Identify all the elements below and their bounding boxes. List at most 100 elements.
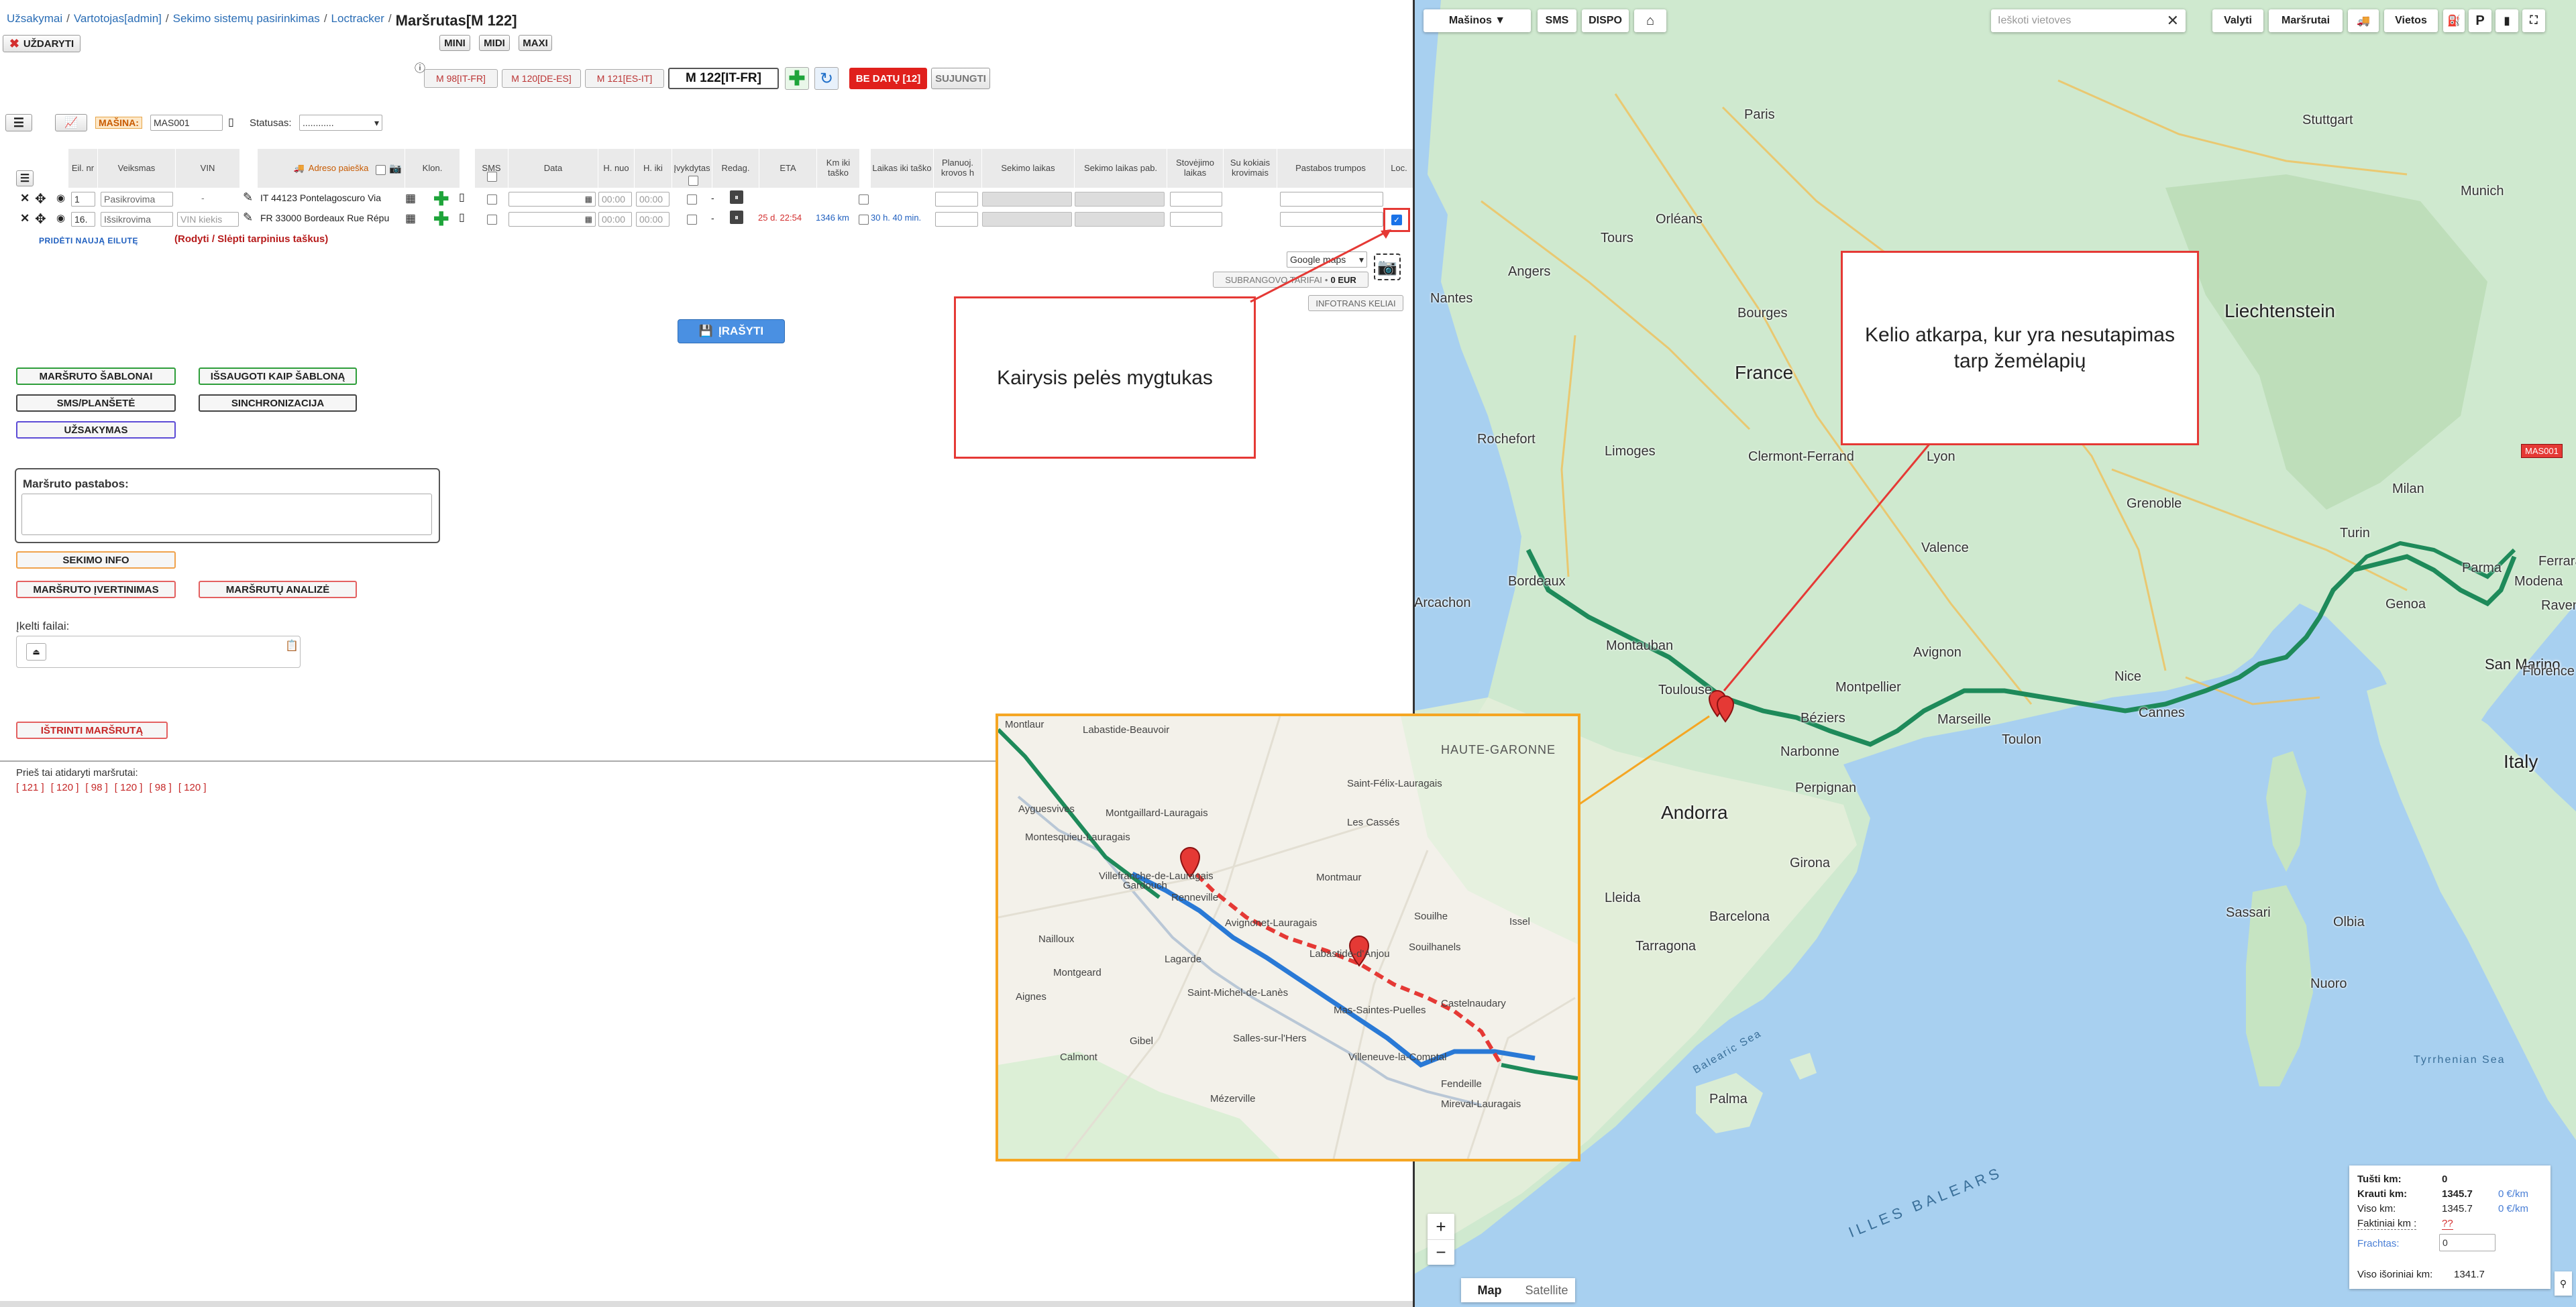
view-midi-button[interactable]: MIDI xyxy=(479,35,510,51)
map-sms-button[interactable]: SMS xyxy=(1538,9,1576,32)
save-template-button[interactable]: IŠSAUGOTI KAIP ŠABLONĄ xyxy=(199,367,357,385)
fullscreen-icon[interactable]: ⛶ xyxy=(2522,9,2545,32)
row-action-select[interactable]: Išsikrovima xyxy=(101,212,173,227)
row-time-checkbox[interactable] xyxy=(859,215,869,225)
row-date-input[interactable]: ▦ xyxy=(508,212,596,227)
tracking-info-button[interactable]: SEKIMO INFO xyxy=(16,551,176,569)
previous-route-link[interactable]: [ 98 ] xyxy=(149,782,171,793)
clipboard-icon[interactable]: 📋 xyxy=(285,639,299,652)
menu-icon[interactable]: ☰ xyxy=(5,114,32,131)
row-sms-checkbox[interactable] xyxy=(487,194,497,205)
upload-icon[interactable]: ⏏ xyxy=(26,643,46,661)
clear-button[interactable]: Valyti xyxy=(2212,9,2263,32)
previous-route-link[interactable]: [ 121 ] xyxy=(16,782,44,793)
sms-tablet-button[interactable]: SMS/PLANŠETĖ xyxy=(16,394,176,412)
table-menu-icon[interactable]: ☰ xyxy=(16,170,34,186)
merge-button[interactable]: SUJUNGTI xyxy=(931,68,990,89)
home-icon[interactable]: ⌂ xyxy=(1634,9,1666,32)
status-select[interactable]: ............ ▾ xyxy=(299,115,382,131)
vehicles-dropdown[interactable]: Mašinos ▼ xyxy=(1424,9,1531,32)
no-dates-button[interactable]: BE DATŲ [12] xyxy=(849,68,927,89)
row-address[interactable]: FR 33000 Bordeaux Rue Répu xyxy=(260,213,401,223)
vehicle-marker[interactable]: MAS001 xyxy=(2521,444,2563,458)
move-icon[interactable]: ✥ xyxy=(35,211,46,227)
previous-route-link[interactable]: [ 120 ] xyxy=(178,782,207,793)
clone-plus-icon[interactable]: ✚ xyxy=(433,188,449,210)
close-button[interactable]: ✖ UŽDARYTI xyxy=(3,35,80,52)
add-route-icon[interactable]: ✚ xyxy=(785,67,809,90)
row-planned-input[interactable] xyxy=(935,192,978,207)
order-button[interactable]: UŽSAKYMAS xyxy=(16,421,176,439)
phone-icon[interactable]: ▯ xyxy=(228,115,234,129)
row-nr-input[interactable]: 1 xyxy=(71,192,95,207)
places-button[interactable]: Vietos xyxy=(2384,9,2438,32)
templates-button[interactable]: MARŠRUTO ŠABLONAI xyxy=(16,367,176,385)
fuel-icon[interactable]: ⛽ xyxy=(2443,9,2465,32)
edit-icon[interactable]: ⏸ xyxy=(730,190,743,204)
clone-plus-icon[interactable]: ✚ xyxy=(433,208,449,230)
breadcrumb-item-orders[interactable]: Užsakymai xyxy=(7,12,62,30)
breadcrumb-item-user[interactable]: Vartotojas[admin] xyxy=(74,12,162,30)
route-tab-98[interactable]: M 98[IT-FR] xyxy=(424,69,498,88)
row-standing-input[interactable] xyxy=(1170,192,1222,207)
breadcrumb-item-loctracker[interactable]: Loctracker xyxy=(331,12,384,30)
route-analysis-button[interactable]: MARŠRUTŲ ANALIZĖ xyxy=(199,581,357,598)
view-mini-button[interactable]: MINI xyxy=(439,35,470,51)
previous-route-link[interactable]: [ 98 ] xyxy=(85,782,107,793)
row-hfrom-input[interactable]: 00:00 xyxy=(598,212,632,227)
row-hto-input[interactable]: 00:00 xyxy=(636,212,669,227)
row-action-select[interactable]: Pasikrovima xyxy=(101,192,173,207)
breadcrumb-item-tracking[interactable]: Sekimo sistemų pasirinkimas xyxy=(173,12,320,30)
route-tab-120[interactable]: M 120[DE-ES] xyxy=(502,69,581,88)
vehicle-input[interactable]: MAS001 xyxy=(150,115,223,131)
done-all-checkbox[interactable] xyxy=(688,176,698,186)
map-panel[interactable]: Mašinos ▼ SMS DISPO ⌂ Ieškoti vietoves ✕ … xyxy=(1414,0,2576,1307)
refresh-icon[interactable]: ↻ xyxy=(814,67,839,90)
sms-all-checkbox[interactable] xyxy=(487,172,497,182)
satellite-tab[interactable]: Satellite xyxy=(1518,1278,1575,1302)
row-standing-input[interactable] xyxy=(1170,212,1222,227)
zoom-in-button[interactable]: + xyxy=(1428,1214,1454,1239)
row-date-input[interactable]: ▦ xyxy=(508,192,596,207)
previous-route-link[interactable]: [ 120 ] xyxy=(115,782,143,793)
address-checkbox[interactable] xyxy=(376,165,386,175)
row-address[interactable]: IT 44123 Pontelagoscuro Via xyxy=(260,192,401,203)
phone-icon[interactable]: ▯ xyxy=(459,211,465,224)
row-time-checkbox[interactable] xyxy=(859,194,869,205)
delete-row-icon[interactable]: ✕ xyxy=(20,212,30,225)
sync-button[interactable]: SINCHRONIZACIJA xyxy=(199,394,357,412)
zoom-out-button[interactable]: − xyxy=(1428,1239,1454,1265)
pencil-icon[interactable]: ✎ xyxy=(243,211,253,225)
calendar-icon[interactable]: ▦ xyxy=(405,212,416,225)
route-tab-121[interactable]: M 121[ES-IT] xyxy=(585,69,664,88)
delete-row-icon[interactable]: ✕ xyxy=(20,192,30,205)
pegman-icon[interactable]: ⚲ xyxy=(2555,1271,2572,1296)
camera-icon[interactable]: 📷 xyxy=(389,162,402,174)
horizontal-scrollbar[interactable] xyxy=(0,1301,1414,1307)
move-icon[interactable]: ✥ xyxy=(35,190,46,207)
row-notes-input[interactable] xyxy=(1280,192,1383,207)
add-row-link[interactable]: PRIDĖTI NAUJĄ EILUTĘ xyxy=(39,236,138,245)
parking-icon[interactable]: P xyxy=(2469,9,2491,32)
toggle-points-link[interactable]: (Rodyti / Slėpti tarpinius taškus) xyxy=(174,233,328,245)
row-done-checkbox[interactable] xyxy=(687,215,697,225)
row-planned-input[interactable] xyxy=(935,212,978,227)
dispo-button[interactable]: DISPO xyxy=(1582,9,1629,32)
notes-textarea[interactable] xyxy=(21,494,432,535)
freight-input[interactable]: 0 xyxy=(2439,1234,2496,1251)
eye-icon[interactable]: ◉ xyxy=(56,192,65,204)
previous-route-link[interactable]: [ 120 ] xyxy=(51,782,79,793)
truck-icon[interactable]: 🚚 xyxy=(2348,9,2379,32)
battery-icon[interactable]: ▮ xyxy=(2496,9,2518,32)
pencil-icon[interactable]: ✎ xyxy=(243,190,253,205)
map-tab[interactable]: Map xyxy=(1461,1278,1518,1302)
row-hfrom-input[interactable]: 00:00 xyxy=(598,192,632,207)
map-canvas[interactable] xyxy=(1414,0,2576,1307)
row-vin-input[interactable]: VIN kiekis xyxy=(177,212,239,227)
delete-route-button[interactable]: IŠTRINTI MARŠRUTĄ xyxy=(16,722,168,739)
route-tab-122[interactable]: M 122[IT-FR] xyxy=(668,68,779,89)
view-maxi-button[interactable]: MAXI xyxy=(519,35,552,51)
route-eval-button[interactable]: MARŠRUTO ĮVERTINIMAS xyxy=(16,581,176,598)
row-nr-input[interactable]: 16. xyxy=(71,212,95,227)
row-hto-input[interactable]: 00:00 xyxy=(636,192,669,207)
